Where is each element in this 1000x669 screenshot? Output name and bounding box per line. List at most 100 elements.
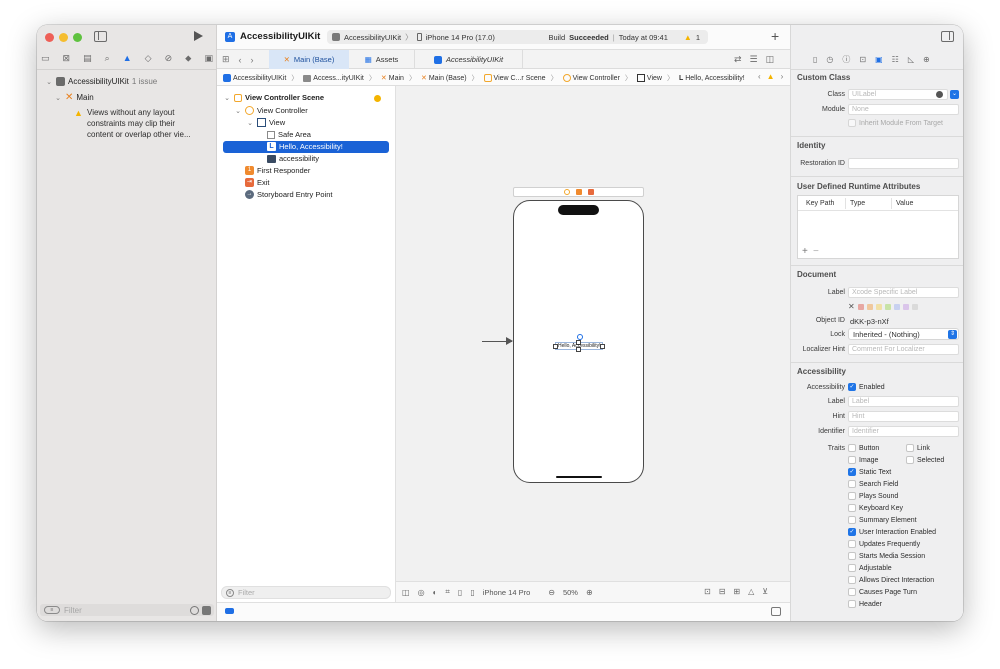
outline-toggle-icon[interactable]: ◫ xyxy=(402,588,410,597)
report-icon[interactable]: ▣ xyxy=(204,54,213,63)
tab-assets[interactable]: ▦ Assets xyxy=(349,50,415,69)
history-inspector-icon[interactable]: ◷ xyxy=(826,55,833,64)
recent-files-icon[interactable] xyxy=(190,605,199,615)
trait-checkbox[interactable]: Keyboard Key xyxy=(848,504,903,512)
selected-label[interactable]: Hello, Accessibility! xyxy=(553,340,605,352)
outline-view[interactable]: ⌄ View xyxy=(246,118,285,127)
accessibility-enabled-checkbox[interactable]: ✓ Enabled xyxy=(848,383,885,391)
outline-label-item[interactable]: L Hello, Accessibility! xyxy=(267,142,343,151)
resolve-issues-icon[interactable]: △ xyxy=(748,587,754,596)
no-color-icon[interactable]: ✕ xyxy=(848,302,855,311)
trait-checkbox[interactable]: Starts Media Session xyxy=(848,552,925,560)
trait-checkbox[interactable]: Button xyxy=(848,444,879,452)
breadcrumb-item[interactable]: View xyxy=(636,74,662,82)
outline-filter[interactable]: ≡ Filter xyxy=(221,586,391,599)
trait-checkbox[interactable]: Causes Page Turn xyxy=(848,588,917,596)
update-frames-icon[interactable]: ⊡ xyxy=(704,587,711,596)
device-icon[interactable]: ▯ xyxy=(470,588,474,597)
project-row[interactable]: ⌄ AccessibilityUIKit 1 issue xyxy=(45,77,157,86)
accessibility-hint-field[interactable]: Hint xyxy=(848,411,959,422)
minimize-window-button[interactable] xyxy=(59,33,68,42)
localizer-hint-field[interactable]: Comment For Localizer xyxy=(848,344,959,355)
zoom-level[interactable]: 50% xyxy=(563,588,578,597)
warning-dot-icon[interactable] xyxy=(374,95,381,102)
tab-main-base[interactable]: ✕ Main (Base) xyxy=(269,50,349,69)
breadcrumb-item[interactable]: ✕ Main (Base) xyxy=(421,74,467,83)
orientation-icon[interactable]: ⌗ xyxy=(445,587,450,597)
warning-count[interactable]: 1 xyxy=(696,33,700,42)
trait-checkbox[interactable]: Image xyxy=(848,456,878,464)
device-selector[interactable]: iPhone 14 Pro (17.0) xyxy=(426,33,495,42)
module-field[interactable]: None xyxy=(848,104,959,115)
forward-icon[interactable]: › xyxy=(251,55,254,65)
trait-checkbox[interactable]: Allows Direct Interaction xyxy=(848,576,934,584)
warning-icon[interactable]: ▲ xyxy=(684,33,692,42)
tab-project[interactable]: AccessibilityUIKit xyxy=(415,50,523,69)
color-swatch[interactable] xyxy=(884,303,891,310)
connections-inspector-icon[interactable]: ⊕ xyxy=(923,55,930,64)
issues-filter-icon[interactable] xyxy=(202,605,211,615)
filter-icon[interactable]: ≡ xyxy=(44,606,60,614)
source-control-icon[interactable]: ⊠ xyxy=(63,54,71,63)
quick-help-icon[interactable]: ⓘ xyxy=(842,54,850,65)
class-field[interactable]: UILabel xyxy=(848,89,948,100)
run-icon[interactable] xyxy=(194,31,203,41)
breadcrumb-item[interactable]: L Hello, Accessibility! xyxy=(679,75,745,82)
close-window-button[interactable] xyxy=(45,33,54,42)
add-constraints-icon[interactable]: ⊞ xyxy=(733,587,740,596)
size-icon[interactable]: ◺ xyxy=(908,55,914,64)
symbol-icon[interactable]: ▤ xyxy=(83,54,92,63)
view-controller-icon[interactable] xyxy=(564,189,570,195)
trait-checkbox[interactable]: Search Field xyxy=(848,480,898,488)
breadcrumb-item[interactable]: View C...r Scene xyxy=(483,74,546,82)
outline-first-responder[interactable]: 1 First Responder xyxy=(245,166,310,175)
breadcrumb-item[interactable]: Access...ityUIKit xyxy=(303,74,364,82)
outline-accessibility[interactable]: accessibility xyxy=(267,154,319,163)
remove-attribute-button[interactable]: − xyxy=(813,246,819,257)
navigator-filter-bar[interactable]: ≡ Filter xyxy=(40,604,214,616)
dark-mode-icon[interactable]: ◐ xyxy=(433,588,438,597)
xcode-label-field[interactable]: Xcode Specific Label xyxy=(848,287,959,298)
next-issue-icon[interactable]: › xyxy=(781,72,784,81)
warning-message[interactable]: Views without any layout constraints may… xyxy=(87,107,191,140)
zoom-window-button[interactable] xyxy=(73,33,82,42)
warning-icon[interactable]: ▲ xyxy=(767,72,775,81)
restoration-id-field[interactable] xyxy=(848,158,959,169)
resize-handle[interactable] xyxy=(600,344,605,349)
device-label[interactable]: iPhone 14 Pro xyxy=(483,588,531,597)
color-swatch[interactable] xyxy=(857,303,864,310)
breadcrumb-item[interactable]: AccessibilityUIKit xyxy=(223,74,286,82)
trait-icon[interactable]: ▯ xyxy=(458,588,462,597)
first-responder-icon[interactable] xyxy=(576,189,582,195)
outline-scene[interactable]: ⌄ View Controller Scene xyxy=(223,93,324,102)
go-arrow-icon[interactable] xyxy=(936,91,943,98)
sidebar-toggle-icon[interactable] xyxy=(94,31,107,42)
trait-checkbox[interactable]: Updates Frequently xyxy=(848,540,920,548)
embed-icon[interactable]: ⊻ xyxy=(762,587,768,596)
editor-options-icon[interactable]: ☰ xyxy=(750,54,758,65)
file-inspector-icon[interactable]: ▯ xyxy=(813,55,817,64)
split-editor-icon[interactable]: ◫ xyxy=(766,54,775,65)
zoom-out-icon[interactable]: ⊖ xyxy=(548,588,555,597)
show-debug-area-icon[interactable] xyxy=(771,607,781,616)
add-attribute-button[interactable]: + xyxy=(802,246,808,257)
swap-icon[interactable]: ⇄ xyxy=(734,54,742,65)
previous-issue-icon[interactable]: ‹ xyxy=(758,72,761,81)
issue-icon[interactable]: ▲ xyxy=(123,54,132,63)
scene-dock[interactable] xyxy=(513,187,644,197)
find-icon[interactable]: ⌕ xyxy=(105,54,110,63)
breadcrumb-item[interactable]: ✕ Main xyxy=(381,74,404,83)
breakpoint-icon[interactable]: ⬥ xyxy=(185,54,191,63)
trait-checkbox[interactable]: ✓ User Interaction Enabled xyxy=(848,528,936,536)
trait-checkbox[interactable]: ✓ Static Text xyxy=(848,468,891,476)
color-swatch[interactable] xyxy=(875,303,882,310)
attributes-inspector-icon[interactable]: ▣ xyxy=(875,55,883,64)
size-inspector-icon[interactable]: ☷ xyxy=(892,55,899,64)
appearance-icon[interactable]: ◎ xyxy=(418,588,425,597)
back-icon[interactable]: ‹ xyxy=(239,55,242,65)
outline-exit[interactable]: ⇥ Exit xyxy=(245,178,270,187)
trait-checkbox[interactable]: Adjustable xyxy=(848,564,892,572)
lock-popup[interactable]: Inherited - (Nothing) ⇕ xyxy=(848,328,959,340)
add-icon[interactable]: + xyxy=(771,28,779,44)
test-icon[interactable]: ◇ xyxy=(145,54,152,63)
